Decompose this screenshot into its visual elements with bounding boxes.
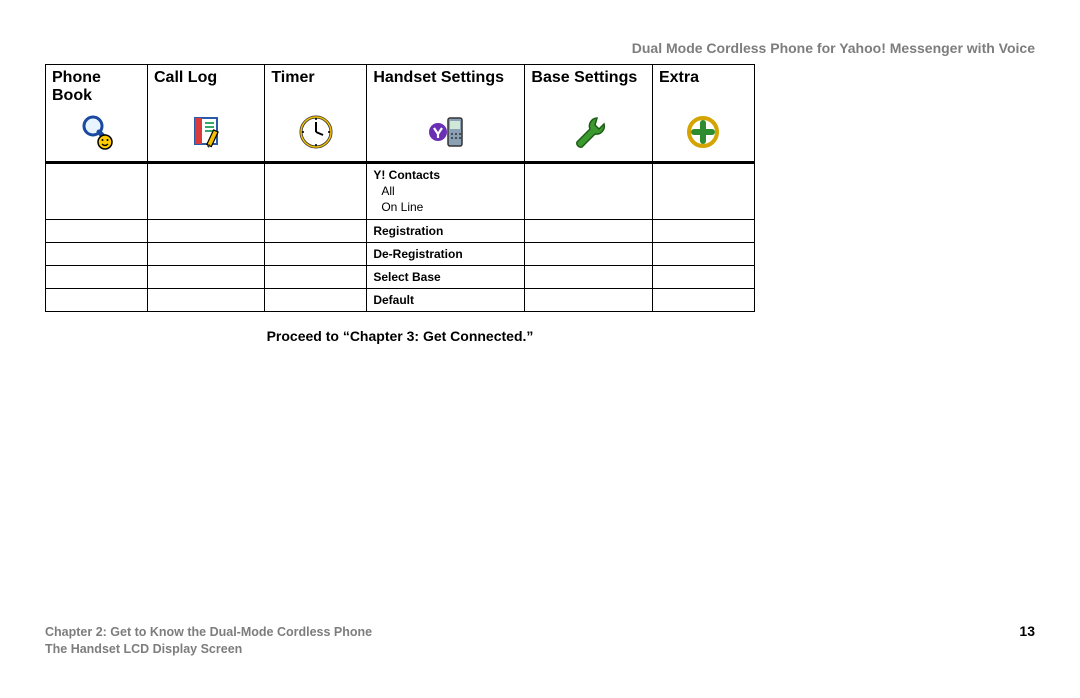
cell-main: Y! Contacts — [373, 168, 440, 182]
cell-main: Select Base — [373, 270, 440, 284]
col-header-call-log: Call Log — [148, 65, 265, 108]
footer-chapter: Chapter 2: Get to Know the Dual-Mode Cor… — [45, 624, 372, 641]
col-header-extra: Extra — [652, 65, 754, 108]
wrench-icon — [569, 139, 609, 156]
col-header-handset-settings: Handset Settings — [367, 65, 525, 108]
col-header-phone-book: Phone Book — [46, 65, 148, 108]
clock-icon — [296, 139, 336, 156]
page-footer: Chapter 2: Get to Know the Dual-Mode Cor… — [45, 623, 1035, 658]
plus-circle-icon — [683, 139, 723, 156]
page-number: 13 — [1019, 623, 1035, 639]
table-row: Registration — [46, 219, 755, 242]
document-header: Dual Mode Cordless Phone for Yahoo! Mess… — [45, 40, 1035, 56]
cell-sub: All — [373, 183, 518, 199]
col-header-timer: Timer — [265, 65, 367, 108]
table-row: Y! Contacts All On Line — [46, 163, 755, 220]
cell-main: De-Registration — [373, 247, 462, 261]
menu-table: Phone Book Call Log Timer Handset Settin… — [45, 64, 755, 312]
yahoo-phone-icon — [426, 139, 466, 156]
cell-sub: On Line — [373, 199, 518, 215]
table-row: Select Base — [46, 265, 755, 288]
cell-main: Default — [373, 293, 414, 307]
cell-main: Registration — [373, 224, 443, 238]
footer-section: The Handset LCD Display Screen — [45, 641, 372, 658]
col-header-base-settings: Base Settings — [525, 65, 653, 108]
table-icon-row — [46, 107, 755, 163]
note-pencil-icon — [186, 139, 226, 156]
magnifier-smiley-icon — [77, 139, 117, 156]
proceed-note: Proceed to “Chapter 3: Get Connected.” — [45, 328, 755, 344]
table-header-row: Phone Book Call Log Timer Handset Settin… — [46, 65, 755, 108]
table-row: De-Registration — [46, 242, 755, 265]
table-row: Default — [46, 289, 755, 312]
